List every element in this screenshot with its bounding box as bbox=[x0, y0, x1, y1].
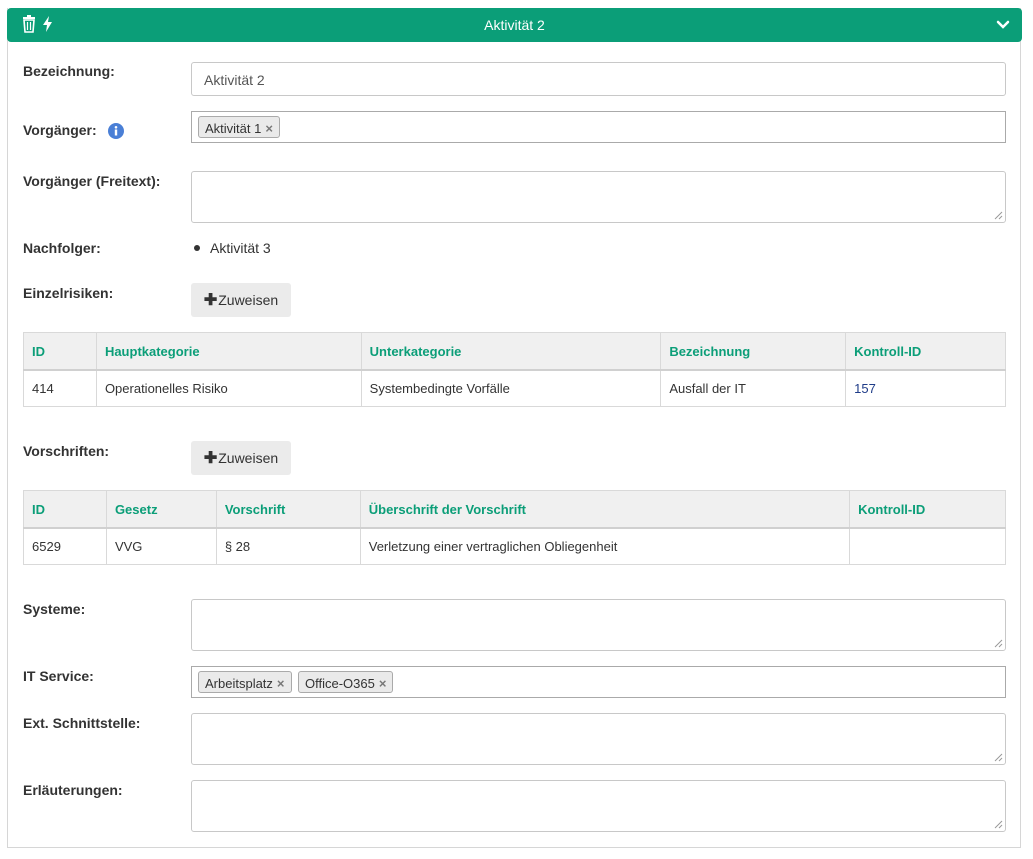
resize-handle-icon[interactable] bbox=[993, 210, 1003, 220]
column-header[interactable]: Kontroll-ID bbox=[849, 490, 1006, 529]
systeme-label: Systeme: bbox=[23, 601, 86, 617]
table-row[interactable]: 6529 VVG § 28 Verletzung einer vertragli… bbox=[23, 527, 1006, 565]
ext-schnittstelle-textarea[interactable] bbox=[191, 713, 1006, 765]
zuweisen-label: Zuweisen bbox=[218, 450, 279, 466]
table-cell: 157 bbox=[845, 369, 1006, 407]
chevron-down-icon[interactable] bbox=[996, 18, 1010, 32]
einzelrisiken-zuweisen-button[interactable]: ✚ Zuweisen bbox=[191, 283, 291, 317]
remove-tag-icon[interactable]: × bbox=[265, 121, 273, 136]
table-row[interactable]: 414 Operationelles Risiko Systembedingte… bbox=[23, 369, 1006, 407]
tag-vorgaenger: Aktivität 1 × bbox=[198, 116, 280, 138]
column-header[interactable]: Kontroll-ID bbox=[845, 332, 1006, 371]
it-service-label: IT Service: bbox=[23, 668, 94, 684]
tag-label: Aktivität 1 bbox=[205, 121, 262, 136]
tag-it-service: Arbeitsplatz × bbox=[198, 671, 292, 693]
info-icon[interactable] bbox=[108, 123, 124, 139]
plus-icon: ✚ bbox=[203, 292, 218, 309]
remove-tag-icon[interactable]: × bbox=[379, 676, 387, 691]
column-header[interactable]: Überschrift der Vorschrift bbox=[359, 490, 851, 529]
table-cell: Operationelles Risiko bbox=[95, 369, 362, 407]
table-cell: 6529 bbox=[23, 527, 107, 565]
table-header-row: ID Hauptkategorie Unterkategorie Bezeich… bbox=[23, 332, 1006, 371]
table-cell: Verletzung einer vertraglichen Obliegenh… bbox=[359, 527, 851, 565]
table-cell: VVG bbox=[105, 527, 217, 565]
tag-label: Office-O365 bbox=[305, 676, 375, 691]
column-header[interactable]: Gesetz bbox=[105, 490, 217, 529]
vorgaenger-tag-input[interactable]: Aktivität 1 × bbox=[191, 111, 1006, 143]
resize-handle-icon[interactable] bbox=[993, 819, 1003, 829]
systeme-textarea[interactable] bbox=[191, 599, 1006, 651]
vorgaenger-freitext-label: Vorgänger (Freitext): bbox=[23, 173, 161, 189]
bezeichnung-input[interactable]: Aktivität 2 bbox=[191, 62, 1006, 96]
resize-handle-icon[interactable] bbox=[993, 752, 1003, 762]
tag-it-service: Office-O365 × bbox=[298, 671, 394, 693]
nachfolger-list: Aktivität 3 bbox=[194, 240, 271, 256]
nachfolger-item-link[interactable]: Aktivität 3 bbox=[210, 240, 271, 256]
resize-handle-icon[interactable] bbox=[993, 638, 1003, 648]
table-cell: Ausfall der IT bbox=[660, 369, 847, 407]
regulations-table: ID Gesetz Vorschrift Überschrift der Vor… bbox=[23, 490, 1006, 565]
vorschriften-label: Vorschriften: bbox=[23, 443, 110, 459]
panel-header[interactable]: Aktivität 2 bbox=[7, 8, 1022, 42]
ext-schnittstelle-label: Ext. Schnittstelle: bbox=[23, 715, 141, 731]
erlaeuterungen-textarea[interactable] bbox=[191, 780, 1006, 832]
zuweisen-label: Zuweisen bbox=[218, 292, 279, 308]
vorgaenger-freitext-textarea[interactable] bbox=[191, 171, 1006, 223]
nachfolger-label: Nachfolger: bbox=[23, 240, 101, 256]
column-header[interactable]: Bezeichnung bbox=[660, 332, 847, 371]
column-header[interactable]: Vorschrift bbox=[215, 490, 361, 529]
table-cell: § 28 bbox=[215, 527, 361, 565]
table-cell: Systembedingte Vorfälle bbox=[360, 369, 662, 407]
kontroll-id-link[interactable]: 157 bbox=[854, 381, 876, 396]
vorgaenger-label: Vorgänger: bbox=[23, 122, 97, 138]
tag-label: Arbeitsplatz bbox=[205, 676, 273, 691]
einzelrisiken-label: Einzelrisiken: bbox=[23, 285, 114, 301]
it-service-tag-input[interactable]: Arbeitsplatz × Office-O365 × bbox=[191, 666, 1006, 698]
column-header[interactable]: Unterkategorie bbox=[360, 332, 662, 371]
table-cell bbox=[849, 527, 1006, 565]
remove-tag-icon[interactable]: × bbox=[277, 676, 285, 691]
vorschriften-zuweisen-button[interactable]: ✚ Zuweisen bbox=[191, 441, 291, 475]
column-header[interactable]: Hauptkategorie bbox=[95, 332, 362, 371]
bullet-icon bbox=[194, 245, 200, 252]
plus-icon: ✚ bbox=[203, 450, 218, 467]
column-header[interactable]: ID bbox=[23, 332, 97, 371]
bezeichnung-label: Bezeichnung: bbox=[23, 63, 115, 79]
table-header-row: ID Gesetz Vorschrift Überschrift der Vor… bbox=[23, 490, 1006, 529]
table-cell: 414 bbox=[23, 369, 97, 407]
bezeichnung-value: Aktivität 2 bbox=[204, 72, 265, 88]
erlaeuterungen-label: Erläuterungen: bbox=[23, 782, 123, 798]
risks-table: ID Hauptkategorie Unterkategorie Bezeich… bbox=[23, 332, 1006, 407]
panel-title: Aktivität 2 bbox=[484, 17, 545, 33]
column-header[interactable]: ID bbox=[23, 490, 107, 529]
